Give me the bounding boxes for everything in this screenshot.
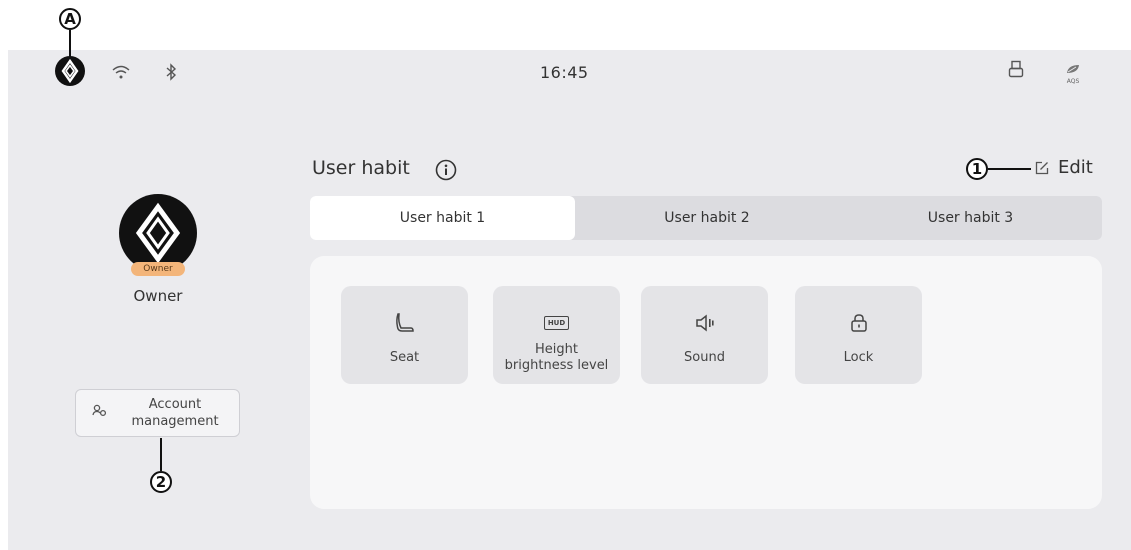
usb-icon	[1008, 60, 1024, 82]
wifi-icon	[111, 64, 131, 84]
aqs-leaf-icon: AQS	[1062, 60, 1084, 85]
habit-tabs: User habit 1 User habit 2 User habit 3	[310, 196, 1102, 240]
seat-tile[interactable]: Seat	[341, 286, 468, 384]
speaker-icon	[695, 310, 715, 336]
callout-2-line	[160, 438, 162, 471]
edit-icon	[1035, 161, 1049, 175]
aqs-label: AQS	[1066, 78, 1080, 85]
tile-label: Lock	[843, 350, 874, 365]
edit-button[interactable]: Edit	[1035, 157, 1093, 178]
tab-label: User habit 3	[927, 210, 1014, 226]
callout-a-line	[69, 30, 71, 58]
lock-tile[interactable]: Lock	[795, 286, 922, 384]
info-icon[interactable]	[435, 159, 457, 185]
lock-icon	[850, 310, 868, 336]
account-management-button[interactable]: Account management	[75, 389, 240, 437]
page-title: User habit	[312, 157, 410, 179]
sound-tile[interactable]: Sound	[641, 286, 768, 384]
profile-name: Owner	[133, 287, 183, 305]
owner-badge: Owner	[131, 262, 185, 276]
brand-logo-icon[interactable]	[55, 56, 85, 90]
hud-icon: HUD	[543, 310, 570, 336]
callout-a: A	[59, 8, 81, 30]
hud-icon-text: HUD	[543, 316, 570, 330]
hud-tile[interactable]: HUD Height brightness level	[493, 286, 620, 384]
account-management-label: Account management	[131, 397, 219, 429]
tab-label: User habit 2	[664, 210, 750, 226]
clock-time: 16:45	[540, 63, 589, 82]
tab-label: User habit 1	[399, 210, 486, 226]
bluetooth-icon	[165, 63, 177, 85]
callout-1-line	[988, 168, 1031, 170]
tile-label: Seat	[389, 350, 420, 365]
tab-user-habit-1[interactable]: User habit 1	[310, 196, 575, 240]
tab-user-habit-2[interactable]: User habit 2	[575, 196, 839, 240]
callout-2: 2	[150, 471, 172, 493]
tile-label: Height brightness level	[504, 342, 609, 373]
tab-user-habit-3[interactable]: User habit 3	[839, 196, 1102, 240]
tile-label: Sound	[684, 350, 725, 365]
edit-label: Edit	[1058, 157, 1093, 178]
seat-icon	[395, 310, 415, 336]
people-icon	[92, 403, 108, 423]
callout-1: 1	[966, 158, 988, 180]
avatar[interactable]	[119, 194, 197, 272]
